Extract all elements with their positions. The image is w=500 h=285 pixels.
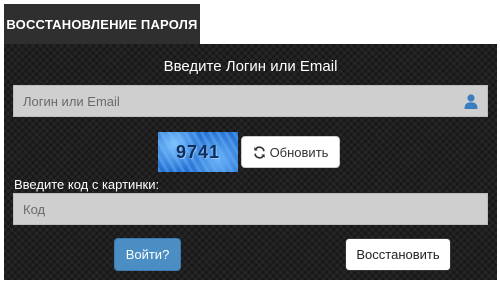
login-email-input[interactable]: [14, 86, 487, 116]
captcha-text: 9741: [175, 141, 221, 162]
login-email-field[interactable]: [13, 85, 488, 117]
code-input[interactable]: [14, 194, 487, 224]
user-icon: [464, 94, 478, 109]
refresh-icon: [253, 145, 265, 159]
captcha-image: 9741: [158, 132, 238, 172]
restore-button[interactable]: Восстановить: [345, 238, 451, 271]
login-button[interactable]: Войти?: [114, 238, 181, 271]
form-heading: Введите Логин или Email: [163, 58, 338, 75]
refresh-captcha-button[interactable]: Обновить: [241, 136, 340, 168]
code-field[interactable]: [13, 193, 488, 225]
tab-title: ВОССТАНОВЛЕНИЕ ПАРОЛЯ: [6, 16, 198, 32]
code-label: Введите код с картинки:: [14, 177, 160, 192]
tab-password-recovery: ВОССТАНОВЛЕНИЕ ПАРОЛЯ: [4, 4, 200, 44]
refresh-label: Обновить: [269, 144, 329, 160]
password-recovery-panel: Введите Логин или Email 9741 Обновить Вв…: [4, 44, 497, 280]
